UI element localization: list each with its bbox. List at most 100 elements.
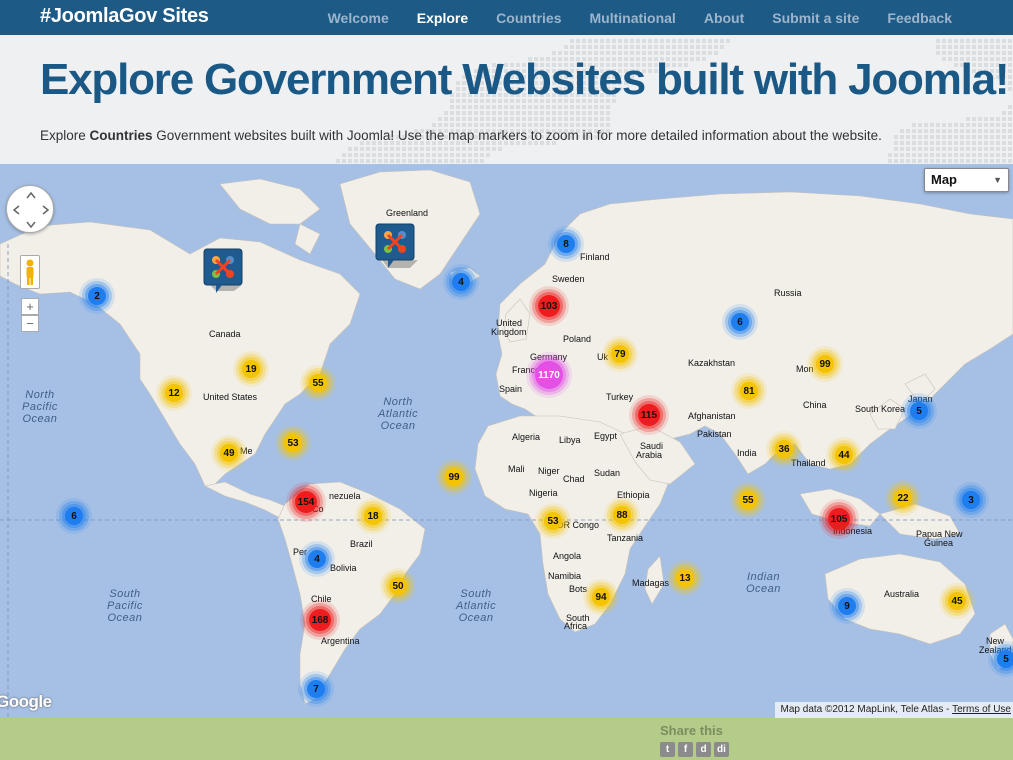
cluster-marker[interactable]: 168 (309, 609, 331, 631)
cluster-marker[interactable]: 99 (445, 468, 463, 486)
label-south-atlantic: South Atlantic Ocean (456, 588, 497, 624)
label-brazil: Brazil (350, 539, 373, 549)
label-pakistan: Pakistan (697, 429, 732, 439)
cluster-count: 12 (168, 387, 180, 399)
cluster-marker[interactable]: 53 (284, 434, 302, 452)
cluster-marker[interactable]: 45 (948, 592, 966, 610)
cluster-count: 4 (314, 553, 320, 565)
delicious-icon[interactable]: d (696, 742, 711, 757)
footer: Share this t f d di (0, 718, 1013, 760)
cluster-marker[interactable]: 53 (544, 512, 562, 530)
intro-countries-link[interactable]: Countries (90, 128, 153, 143)
label-sweden: Sweden (552, 274, 585, 284)
cluster-count: 99 (819, 358, 831, 370)
cluster-marker[interactable]: 9 (838, 597, 856, 615)
joomla-marker-icon[interactable] (202, 247, 246, 295)
nav-submit-site[interactable]: Submit a site (772, 10, 859, 26)
cluster-count: 49 (223, 447, 235, 459)
cluster-marker[interactable]: 8 (557, 235, 575, 253)
nav-explore[interactable]: Explore (417, 10, 468, 26)
twitter-icon[interactable]: t (660, 742, 675, 757)
zoom-out-button[interactable]: − (21, 315, 39, 332)
nav-countries[interactable]: Countries (496, 10, 561, 26)
cluster-marker[interactable]: 105 (828, 508, 850, 530)
brand-logo[interactable]: #JoomlaGov Sites (40, 5, 209, 28)
cluster-marker[interactable]: 49 (220, 444, 238, 462)
zoom-in-button[interactable]: + (21, 298, 39, 315)
main-nav: Welcome Explore Countries Multinational … (300, 0, 952, 35)
page-title: Explore Government Websites built with J… (40, 55, 1010, 104)
label-botswana: Bots (569, 584, 588, 594)
label-spain: Spain (499, 384, 523, 394)
cluster-marker[interactable]: 19 (242, 360, 260, 378)
cluster-marker[interactable]: 5 (910, 402, 928, 420)
cluster-marker[interactable]: 5 (997, 650, 1013, 668)
top-navbar: #JoomlaGov Sites Welcome Explore Countri… (0, 0, 1013, 35)
cluster-marker[interactable]: 12 (165, 384, 183, 402)
cluster-marker[interactable]: 4 (452, 273, 470, 291)
cluster-marker[interactable]: 2 (88, 287, 106, 305)
label-chile: Chile (311, 594, 332, 604)
nav-about[interactable]: About (704, 10, 744, 26)
cluster-count: 53 (547, 515, 559, 527)
label-russia: Russia (774, 288, 802, 298)
cluster-marker[interactable]: 55 (309, 374, 327, 392)
nav-welcome[interactable]: Welcome (328, 10, 389, 26)
cluster-marker[interactable]: 36 (775, 440, 793, 458)
world-map[interactable]: Greenland Finland Sweden Russia Canada U… (0, 164, 1013, 718)
attribution-text: Map data ©2012 MapLink, Tele Atlas - (780, 704, 953, 715)
terms-of-use-link[interactable]: Terms of Use (952, 704, 1011, 715)
nav-feedback[interactable]: Feedback (887, 10, 952, 26)
cluster-marker[interactable]: 81 (740, 382, 758, 400)
cluster-count: 45 (951, 595, 963, 607)
cluster-marker[interactable]: 18 (364, 507, 382, 525)
cluster-marker[interactable]: 94 (592, 588, 610, 606)
cluster-count: 3 (968, 494, 974, 506)
cluster-marker[interactable]: 115 (638, 404, 660, 426)
map-type-select[interactable]: Map ▼ (924, 168, 1009, 192)
label-south-korea: South Korea (855, 404, 906, 414)
cluster-count: 13 (679, 572, 691, 584)
cluster-count: 55 (742, 494, 754, 506)
cluster-marker[interactable]: 22 (894, 489, 912, 507)
cluster-marker[interactable]: 13 (676, 569, 694, 587)
cluster-marker[interactable]: 88 (613, 506, 631, 524)
cluster-marker[interactable]: 103 (538, 295, 560, 317)
cluster-count: 53 (287, 437, 299, 449)
label-kazakhstan: Kazakhstan (688, 358, 736, 368)
cluster-marker[interactable]: 99 (816, 355, 834, 373)
label-namibia: Namibia (548, 571, 582, 581)
cluster-marker[interactable]: 50 (389, 577, 407, 595)
pan-control[interactable] (6, 185, 54, 233)
nav-multinational[interactable]: Multinational (590, 10, 676, 26)
cluster-count: 79 (614, 348, 626, 360)
label-north-pacific: North Pacific Ocean (22, 389, 58, 425)
cluster-marker[interactable]: 4 (308, 550, 326, 568)
label-poland: Poland (563, 334, 592, 344)
google-logo[interactable]: Google (0, 692, 52, 712)
label-thailand: Thailand (791, 458, 826, 468)
label-algeria: Algeria (512, 432, 541, 442)
label-madagascar: Madagas (632, 578, 670, 588)
cluster-marker[interactable]: 3 (962, 491, 980, 509)
cluster-marker[interactable]: 44 (835, 446, 853, 464)
cluster-marker[interactable]: 55 (739, 491, 757, 509)
cluster-count: 168 (311, 614, 329, 626)
street-view-pegman[interactable] (20, 255, 40, 289)
cluster-marker[interactable]: 6 (65, 507, 83, 525)
cluster-count: 88 (616, 509, 628, 521)
label-tanzania: Tanzania (607, 533, 644, 543)
cluster-marker[interactable]: 79 (611, 345, 629, 363)
cluster-marker[interactable]: 154 (295, 491, 317, 513)
digg-icon[interactable]: di (714, 742, 729, 757)
cluster-marker[interactable]: 1170 (535, 361, 563, 389)
label-united-kingdom-2: Kingdom (491, 327, 527, 337)
joomla-marker-icon[interactable] (374, 222, 418, 270)
label-united-states: United States (203, 392, 258, 402)
cluster-marker[interactable]: 6 (731, 313, 749, 331)
cluster-marker[interactable]: 7 (307, 680, 325, 698)
cluster-count: 44 (838, 449, 850, 461)
facebook-icon[interactable]: f (678, 742, 693, 757)
intro-text-start: Explore (40, 128, 90, 143)
cluster-count: 7 (313, 683, 319, 695)
